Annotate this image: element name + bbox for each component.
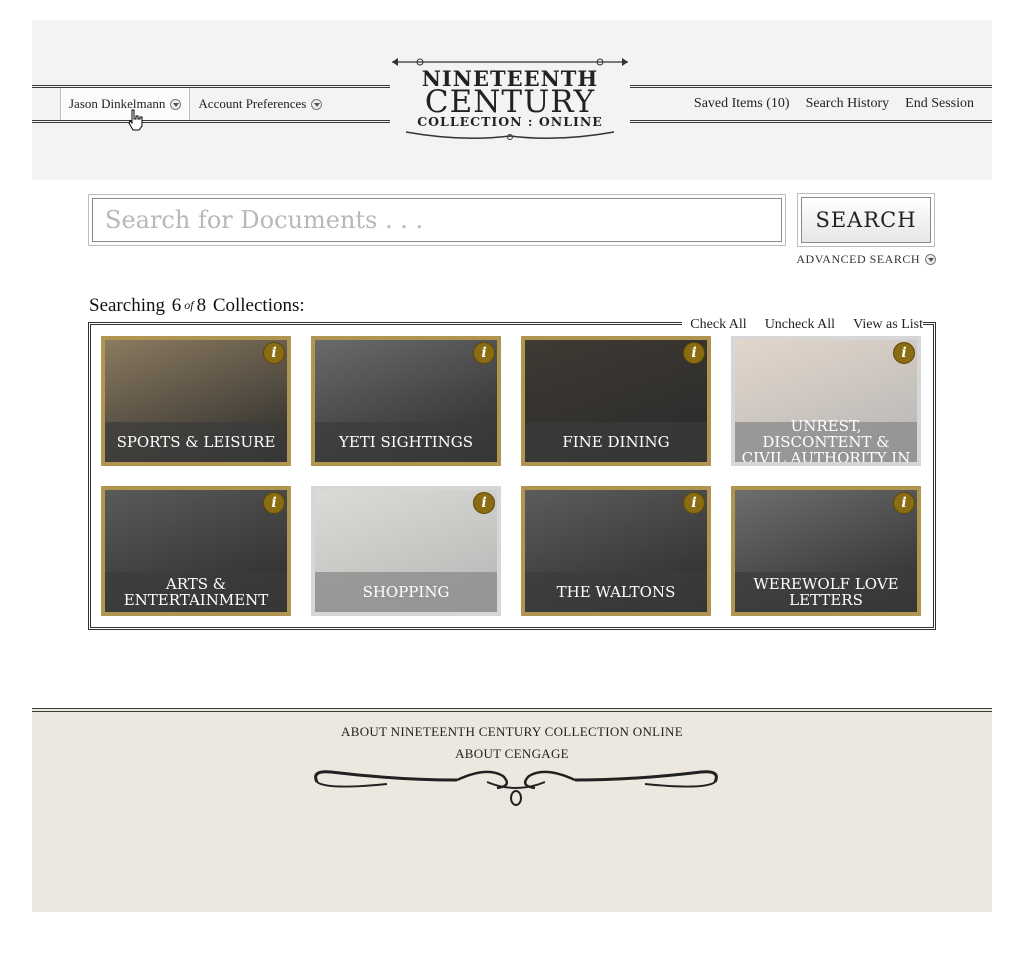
flourish-ornament-icon <box>405 131 615 140</box>
nav-right: Saved Items (10) Search History End Sess… <box>694 88 974 120</box>
logo-line-3: COLLECTION : ONLINE <box>417 114 603 129</box>
chevron-down-icon <box>170 98 182 110</box>
advanced-search-label: ADVANCED SEARCH <box>796 252 920 266</box>
nav-left: Jason Dinkelmann Account Preferences <box>60 88 330 120</box>
collection-label: ARTS & ENTERTAINMENT <box>105 572 287 612</box>
info-icon[interactable]: i <box>263 342 285 364</box>
collection-label: SPORTS & LEISURE <box>105 422 287 462</box>
logo[interactable]: NINETEENTH CENTURY COLLECTION : ONLINE <box>390 56 630 144</box>
collection-label: WEREWOLF LOVE LETTERS <box>735 572 917 612</box>
account-preferences-menu[interactable]: Account Preferences <box>190 88 330 120</box>
collection-tile[interactable]: SHOPPING i <box>311 486 501 616</box>
chevron-down-icon <box>311 98 323 110</box>
info-icon[interactable]: i <box>263 492 285 514</box>
search-box <box>88 194 786 246</box>
view-as-list-link[interactable]: View as List <box>853 317 923 333</box>
check-all-link[interactable]: Check All <box>690 317 746 333</box>
collection-tile[interactable]: UNREST, DISCONTENT & CIVIL AUTHORITY IN i <box>731 336 921 466</box>
end-session-link[interactable]: End Session <box>905 96 974 112</box>
total-count: 8 <box>196 295 207 316</box>
chevron-down-icon <box>925 254 936 265</box>
flourish-ornament-icon <box>314 770 718 806</box>
collection-tile[interactable]: THE WALTONS i <box>521 486 711 616</box>
collection-tile[interactable]: FINE DINING i <box>521 336 711 466</box>
uncheck-all-link[interactable]: Uncheck All <box>765 317 835 333</box>
about-collection-link[interactable]: ABOUT NINETEENTH CENTURY COLLECTION ONLI… <box>32 724 992 740</box>
search-button[interactable]: SEARCH <box>797 193 935 247</box>
search-input[interactable] <box>92 198 782 242</box>
info-icon[interactable]: i <box>893 492 915 514</box>
advanced-search-link[interactable]: ADVANCED SEARCH <box>796 252 936 267</box>
info-icon[interactable]: i <box>683 492 705 514</box>
info-icon[interactable]: i <box>893 342 915 364</box>
mouse-pointer-icon <box>128 109 143 131</box>
search-history-link[interactable]: Search History <box>806 96 890 112</box>
header: Jason Dinkelmann Account Preferences Sav… <box>32 20 992 180</box>
collection-label: UNREST, DISCONTENT & CIVIL AUTHORITY IN <box>735 418 917 462</box>
collection-label: THE WALTONS <box>525 572 707 612</box>
collection-tile[interactable]: ARTS & ENTERTAINMENT i <box>101 486 291 616</box>
search-button-label: SEARCH <box>801 197 931 243</box>
account-preferences-label: Account Preferences <box>198 96 307 111</box>
collections-heading: Searching 6 of 8 Collections: <box>89 295 305 317</box>
user-name: Jason Dinkelmann <box>69 96 166 111</box>
collection-tile[interactable]: SPORTS & LEISURE i <box>101 336 291 466</box>
saved-items-link[interactable]: Saved Items (10) <box>694 96 790 112</box>
info-icon[interactable]: i <box>473 492 495 514</box>
footer: ABOUT NINETEENTH CENTURY COLLECTION ONLI… <box>32 708 992 912</box>
page: Jason Dinkelmann Account Preferences Sav… <box>32 20 992 912</box>
collection-tile[interactable]: YETI SIGHTINGS i <box>311 336 501 466</box>
of-label: of <box>184 298 194 312</box>
collection-label: SHOPPING <box>315 572 497 612</box>
collection-label: YETI SIGHTINGS <box>315 422 497 462</box>
searching-suffix: Collections: <box>212 295 305 316</box>
searching-prefix: Searching <box>89 295 165 316</box>
collection-tile[interactable]: WEREWOLF LOVE LETTERS i <box>731 486 921 616</box>
collection-label: FINE DINING <box>525 422 707 462</box>
info-icon[interactable]: i <box>683 342 705 364</box>
selected-count: 6 <box>171 295 182 316</box>
collection-actions: Check All Uncheck All View as List <box>682 317 923 333</box>
info-icon[interactable]: i <box>473 342 495 364</box>
